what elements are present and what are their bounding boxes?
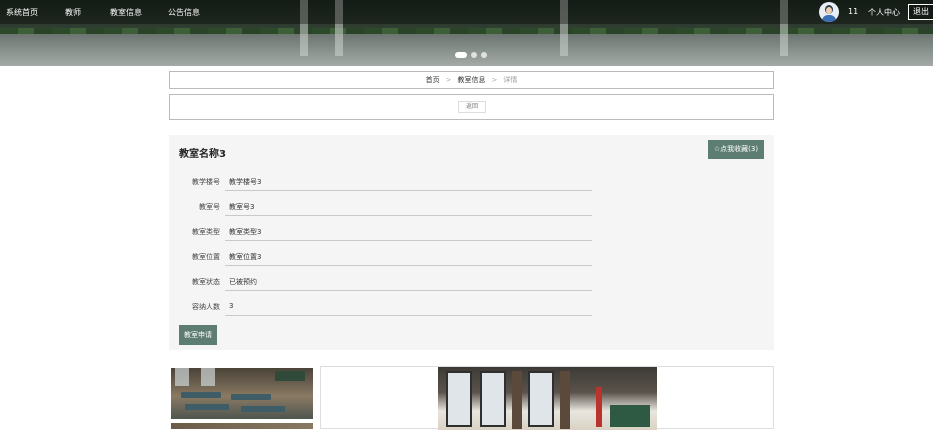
- field-value: 教室位置3: [229, 253, 262, 261]
- banner-road: [0, 34, 933, 66]
- field-location: 教室位置 教室位置3: [169, 247, 593, 269]
- nav-announcements[interactable]: 公告信息: [168, 7, 200, 18]
- hero-banner: 系统首页 教师 教室信息 公告信息 11 个人中心 退出: [0, 0, 933, 66]
- field-room-number: 教室号 教室号3: [169, 197, 593, 219]
- field-underline: [225, 315, 592, 316]
- photo-curtain: [512, 371, 522, 429]
- carousel-dot-2[interactable]: [471, 52, 477, 58]
- nav-classroom-info[interactable]: 教室信息: [110, 7, 142, 18]
- field-status: 教室状态 已被预约: [169, 272, 593, 294]
- thumb-chalkboard: [275, 371, 305, 381]
- nav-teachers[interactable]: 教师: [65, 7, 81, 18]
- field-label: 教室类型: [192, 228, 220, 236]
- logout-button[interactable]: 退出: [908, 4, 933, 20]
- field-label: 教室位置: [192, 253, 220, 261]
- field-value: 教学楼号3: [229, 178, 262, 186]
- carousel-indicators: [455, 52, 487, 58]
- thumb-desk: [181, 392, 221, 398]
- field-room-type: 教室类型 教室类型3: [169, 222, 593, 244]
- field-value: 已被预约: [229, 278, 257, 286]
- field-underline: [225, 240, 592, 241]
- field-label: 容纳人数: [192, 303, 220, 311]
- thumb-desk: [185, 404, 229, 410]
- field-value: 教室类型3: [229, 228, 262, 236]
- nav-profile[interactable]: 个人中心: [868, 7, 900, 18]
- breadcrumb-section[interactable]: 教室信息: [458, 75, 486, 85]
- field-value: 教室号3: [229, 203, 255, 211]
- thumb-window: [175, 368, 189, 386]
- classroom-thumbnail-2[interactable]: [171, 423, 313, 429]
- classroom-photo-card: [320, 366, 774, 430]
- field-label: 教学楼号: [192, 178, 220, 186]
- photo-chalkboard: [610, 405, 650, 427]
- avatar-face: [826, 7, 832, 14]
- classroom-photo: [438, 367, 657, 430]
- classroom-apply-button[interactable]: 教室申请: [179, 325, 217, 345]
- photo-window: [528, 371, 554, 427]
- thumb-desk: [241, 406, 285, 412]
- field-label: 教室号: [199, 203, 220, 211]
- field-underline: [225, 190, 592, 191]
- top-nav: 系统首页 教师 教室信息 公告信息 11 个人中心 退出: [0, 0, 933, 24]
- field-underline: [225, 290, 592, 291]
- photo-window: [446, 371, 472, 427]
- thumb-window: [201, 368, 215, 386]
- field-underline: [225, 215, 592, 216]
- photo-red-panel: [596, 387, 602, 427]
- avatar-body: [822, 15, 836, 22]
- photo-window: [480, 371, 506, 427]
- thumb-desk: [231, 394, 271, 400]
- breadcrumb-home[interactable]: 首页: [426, 75, 440, 85]
- classroom-detail-panel: 教室名称3 ☆点我收藏(3) 教学楼号 教学楼号3 教室号 教室号3 教室类型 …: [169, 135, 774, 350]
- field-value: 3: [229, 302, 234, 310]
- classroom-thumbnail[interactable]: [171, 368, 313, 419]
- back-button[interactable]: 返回: [458, 101, 486, 113]
- field-building: 教学楼号 教学楼号3: [169, 172, 593, 194]
- classroom-title: 教室名称3: [179, 149, 226, 160]
- field-underline: [225, 265, 592, 266]
- carousel-dot-1[interactable]: [455, 52, 467, 58]
- nav-home[interactable]: 系统首页: [6, 7, 38, 18]
- user-avatar[interactable]: [819, 2, 839, 22]
- breadcrumb: 首页 > 教室信息 > 详情: [169, 71, 774, 89]
- back-bar: 返回: [169, 94, 774, 120]
- field-label: 教室状态: [192, 278, 220, 286]
- carousel-dot-3[interactable]: [481, 52, 487, 58]
- field-capacity: 容纳人数 3: [169, 297, 593, 319]
- breadcrumb-separator: >: [491, 76, 498, 84]
- user-id: 11: [848, 7, 859, 16]
- breadcrumb-current: 详情: [503, 76, 518, 84]
- favorite-button[interactable]: ☆点我收藏(3): [708, 140, 764, 159]
- breadcrumb-separator: >: [445, 76, 452, 84]
- photo-curtain: [560, 371, 570, 429]
